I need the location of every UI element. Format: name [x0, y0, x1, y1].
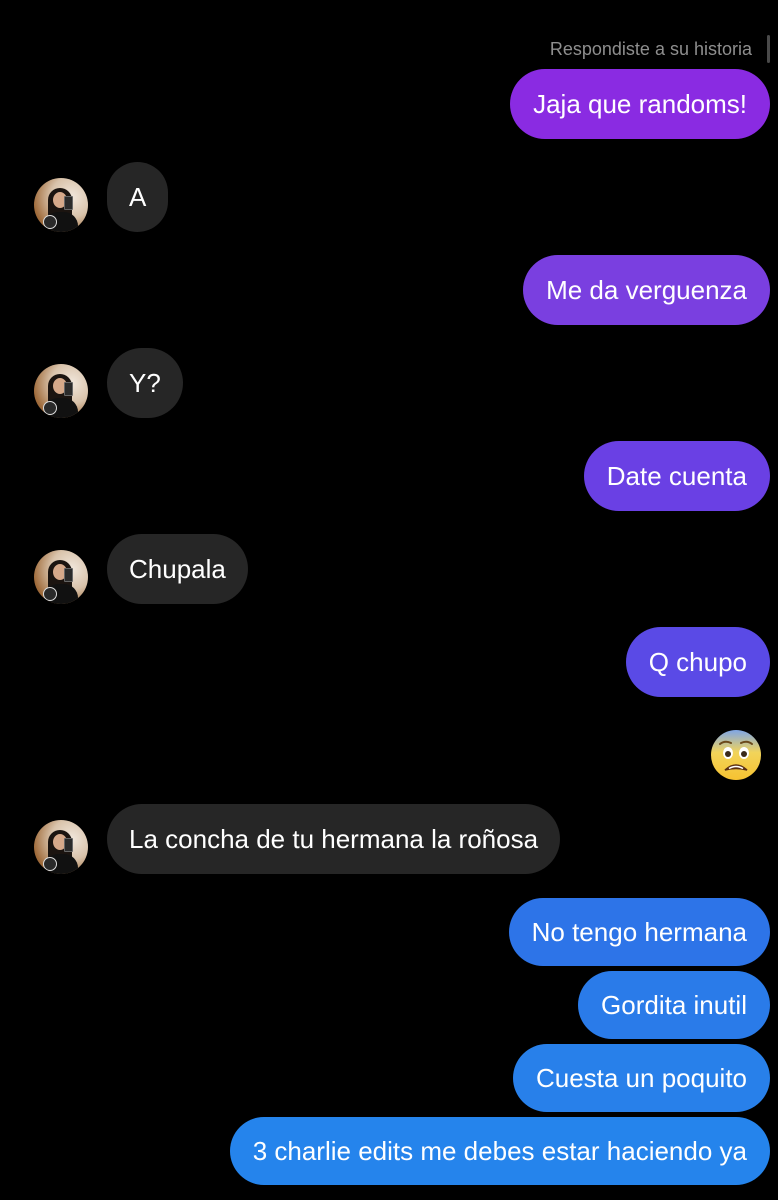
- received-message-bubble[interactable]: Y?: [107, 348, 183, 418]
- received-message-bubble[interactable]: Chupala: [107, 534, 248, 604]
- sent-message-bubble[interactable]: Cuesta un poquito: [512, 1044, 770, 1112]
- sent-message-bubble[interactable]: 3 charlie edits me debes estar haciendo …: [229, 1117, 770, 1185]
- received-message-bubble[interactable]: A: [107, 162, 169, 232]
- contact-avatar[interactable]: [34, 178, 88, 232]
- contact-avatar[interactable]: [34, 364, 88, 418]
- sent-message-bubble[interactable]: No tengo hermana: [508, 898, 770, 966]
- sent-message-bubble[interactable]: Jaja que randoms!: [510, 69, 770, 139]
- sent-message-bubble[interactable]: Date cuenta: [583, 441, 770, 511]
- sent-message-bubble[interactable]: Q chupo: [625, 627, 770, 697]
- received-message-bubble[interactable]: La concha de tu hermana la roñosa: [107, 804, 561, 874]
- sent-message-bubble[interactable]: Gordita inutil: [578, 971, 770, 1039]
- fearful-face-icon[interactable]: [710, 729, 762, 781]
- contact-avatar[interactable]: [34, 820, 88, 874]
- story-reply-indicator: [767, 35, 770, 63]
- contact-avatar[interactable]: [34, 550, 88, 604]
- story-reply-label: Respondiste a su historia: [549, 39, 752, 59]
- message-thread: Respondiste a su historia Jaja que rando…: [0, 0, 778, 1200]
- sent-message-bubble[interactable]: Me da verguenza: [523, 255, 770, 325]
